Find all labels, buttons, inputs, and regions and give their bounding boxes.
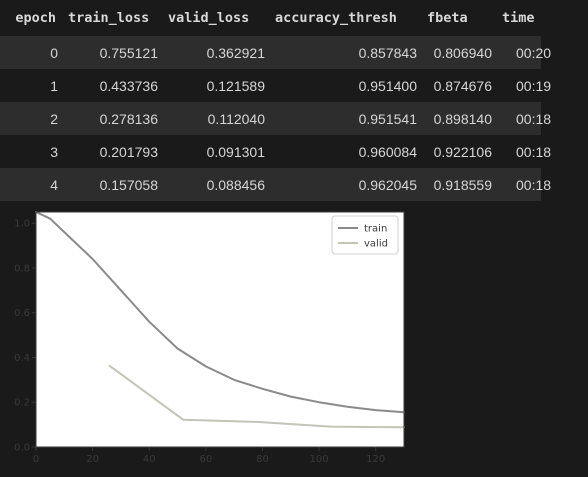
cell-fbeta: 0.898140 (433, 110, 492, 127)
table-header-row: epoch train_loss valid_loss accuracy_thr… (0, 0, 541, 36)
cell-epoch: 0 (50, 44, 58, 61)
cell-accuracy-thresh: 0.951400 (358, 77, 417, 94)
table-row: 0 0.755121 0.362921 0.857843 0.806940 00… (0, 36, 552, 69)
cell-fbeta: 0.918559 (433, 176, 492, 193)
cell-valid-loss: 0.091301 (206, 143, 265, 160)
cell-epoch: 1 (50, 77, 58, 94)
x-tick-label: 20 (86, 454, 99, 465)
cell-fbeta: 0.874676 (433, 77, 492, 94)
x-tick-label: 100 (310, 454, 329, 465)
header-fbeta: fbeta (427, 10, 468, 26)
cell-valid-loss: 0.121589 (206, 77, 265, 94)
y-tick-label: 0.6 (14, 308, 30, 319)
header-time: time (502, 10, 535, 26)
cell-train-loss: 0.755121 (99, 44, 158, 61)
cell-train-loss: 0.278136 (99, 110, 158, 127)
y-tick-label: 0.0 (14, 443, 30, 454)
loss-plot: 0 20 40 60 80 100 120 0.0 0.2 0.4 0.6 0.8 1.0 train va… (14, 211, 405, 465)
header-train-loss: train_loss (68, 10, 150, 26)
x-tick-label: 60 (199, 454, 212, 465)
header-epoch: epoch (15, 10, 56, 26)
y-tick-label: 0.2 (14, 398, 30, 409)
results-table: epoch train_loss valid_loss accuracy_thr… (0, 0, 552, 201)
header-accuracy-thresh: accuracy_thresh (275, 10, 397, 26)
table-row: 3 0.201793 0.091301 0.960084 0.922106 00… (0, 135, 552, 168)
cell-train-loss: 0.433736 (99, 77, 158, 94)
x-tick-label: 80 (256, 454, 269, 465)
cell-accuracy-thresh: 0.951541 (358, 110, 417, 127)
y-tick-label: 1.0 (14, 219, 30, 230)
cell-fbeta: 0.922106 (433, 143, 492, 160)
cell-train-loss: 0.157058 (99, 176, 158, 193)
x-tick-label: 120 (366, 454, 385, 465)
table-row: 4 0.157058 0.088456 0.962045 0.918559 00… (0, 168, 552, 201)
cell-epoch: 4 (50, 176, 58, 193)
y-tick-label: 0.8 (14, 263, 30, 274)
cell-fbeta: 0.806940 (433, 44, 492, 61)
x-tick-label: 0 (33, 454, 39, 465)
y-tick-label: 0.4 (14, 353, 30, 364)
cell-train-loss: 0.201793 (99, 143, 158, 160)
cell-time: 00:18 (516, 110, 552, 127)
legend-label-valid: valid (364, 239, 388, 250)
header-valid-loss: valid_loss (168, 10, 250, 26)
cell-accuracy-thresh: 0.857843 (358, 44, 417, 61)
cell-epoch: 3 (50, 143, 58, 160)
cell-valid-loss: 0.088456 (206, 176, 265, 193)
table-row: 2 0.278136 0.112040 0.951541 0.898140 00… (0, 102, 552, 135)
cell-time: 00:20 (516, 44, 552, 61)
cell-time: 00:19 (516, 77, 552, 94)
cell-time: 00:18 (516, 143, 552, 160)
x-tick-label: 40 (143, 454, 156, 465)
table-row: 1 0.433736 0.121589 0.951400 0.874676 00… (0, 69, 552, 102)
cell-accuracy-thresh: 0.960084 (358, 143, 417, 160)
cell-accuracy-thresh: 0.962045 (358, 176, 417, 193)
cell-valid-loss: 0.112040 (207, 110, 265, 127)
cell-epoch: 2 (50, 110, 58, 127)
cell-valid-loss: 0.362921 (206, 44, 265, 61)
cell-time: 00:18 (516, 176, 552, 193)
legend-label-train: train (364, 224, 387, 235)
